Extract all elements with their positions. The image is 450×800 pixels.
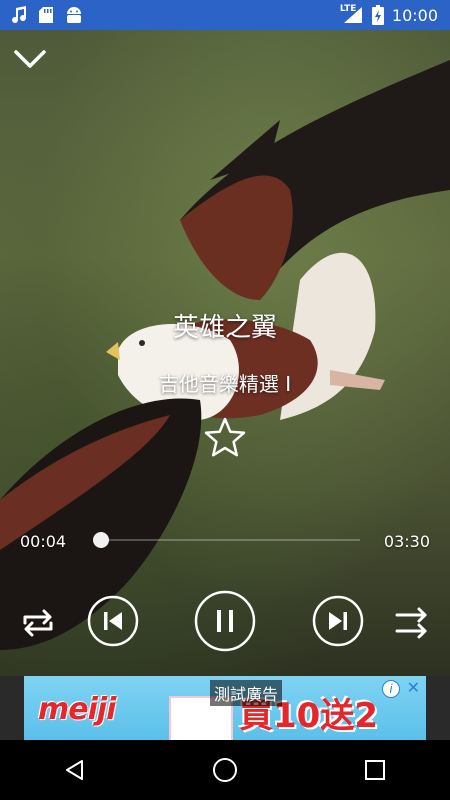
lte-signal-icon: LTE <box>339 4 364 24</box>
pause-icon <box>217 610 233 632</box>
android-icon <box>67 7 81 23</box>
shuffle-icon <box>395 607 427 639</box>
ad-brand-logo: meiji <box>38 692 116 727</box>
skip-previous-icon <box>104 612 122 630</box>
music-note-icon <box>12 6 27 24</box>
next-button[interactable] <box>312 595 364 647</box>
favorite-button[interactable] <box>203 416 247 460</box>
skip-next-icon <box>329 612 347 630</box>
star-outline-icon <box>204 417 246 457</box>
info-icon[interactable]: i <box>382 680 400 698</box>
ad-test-label: 測試廣告 <box>210 680 283 706</box>
song-title: 英雄之翼 <box>172 313 277 343</box>
back-button[interactable] <box>51 746 99 794</box>
chevron-down-icon <box>14 50 46 68</box>
current-time: 00:04 <box>20 532 67 551</box>
album-name: 吉他音樂精選 I <box>158 372 292 396</box>
album-art-background <box>0 60 450 650</box>
recents-square-icon <box>365 760 385 780</box>
status-time: 10:00 <box>391 5 438 25</box>
back-triangle-icon <box>66 760 83 780</box>
status-system-icons: LTE 10:00 <box>339 4 450 25</box>
ad-container: meiji 買10送2 測試廣告 i ✕ <box>0 676 450 740</box>
recents-button[interactable] <box>351 746 399 794</box>
total-time: 03:30 <box>383 532 430 551</box>
shuffle-button[interactable] <box>392 603 432 643</box>
status-notification-icons <box>0 6 84 24</box>
collapse-button[interactable] <box>12 44 48 72</box>
now-playing-screen: 英雄之翼 吉他音樂精選 I 00:04 03:30 <box>0 30 450 676</box>
navigation-bar <box>0 740 450 800</box>
network-type: LTE <box>339 4 357 14</box>
ad-banner[interactable]: meiji 買10送2 測試廣告 i ✕ <box>24 676 426 740</box>
repeat-button[interactable] <box>18 603 58 643</box>
seek-bar[interactable] <box>93 532 360 548</box>
battery-charging-icon <box>371 5 384 25</box>
status-bar: LTE 10:00 <box>0 0 450 30</box>
home-circle-icon <box>213 758 237 782</box>
previous-button[interactable] <box>87 595 139 647</box>
sd-card-icon <box>39 7 53 23</box>
repeat-icon <box>23 609 53 637</box>
close-icon[interactable]: ✕ <box>407 678 420 697</box>
home-button[interactable] <box>201 746 249 794</box>
play-pause-button[interactable] <box>194 590 256 652</box>
